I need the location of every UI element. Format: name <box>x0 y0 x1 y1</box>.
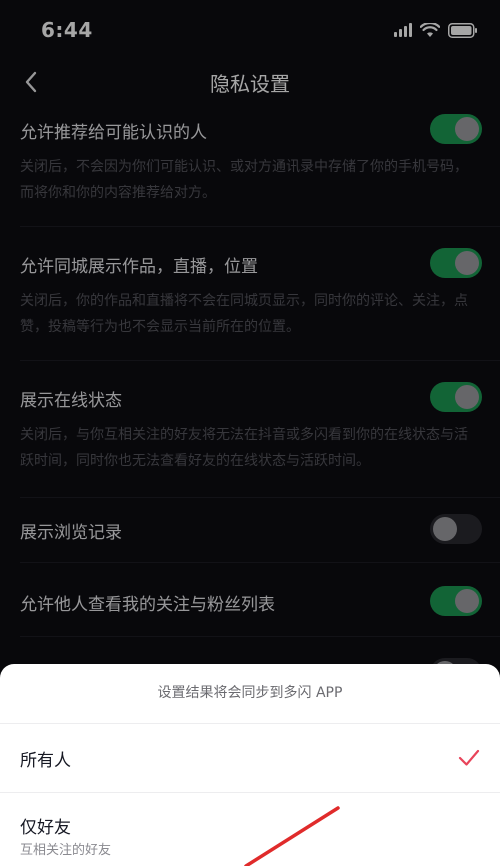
sheet-header: 设置结果将会同步到多闪 APP <box>157 685 343 701</box>
visibility-bottom-sheet: 设置结果将会同步到多闪 APP 所有人 仅好友 互相关注的好友 <box>0 664 500 866</box>
option-label: 仅好友 <box>20 818 71 838</box>
option-friends-only[interactable]: 仅好友 互相关注的好友 <box>0 793 500 866</box>
option-everyone[interactable]: 所有人 <box>0 724 500 792</box>
checkmark-icon <box>458 749 480 766</box>
option-label: 所有人 <box>20 751 71 771</box>
option-sublabel: 互相关注的好友 <box>20 843 112 858</box>
